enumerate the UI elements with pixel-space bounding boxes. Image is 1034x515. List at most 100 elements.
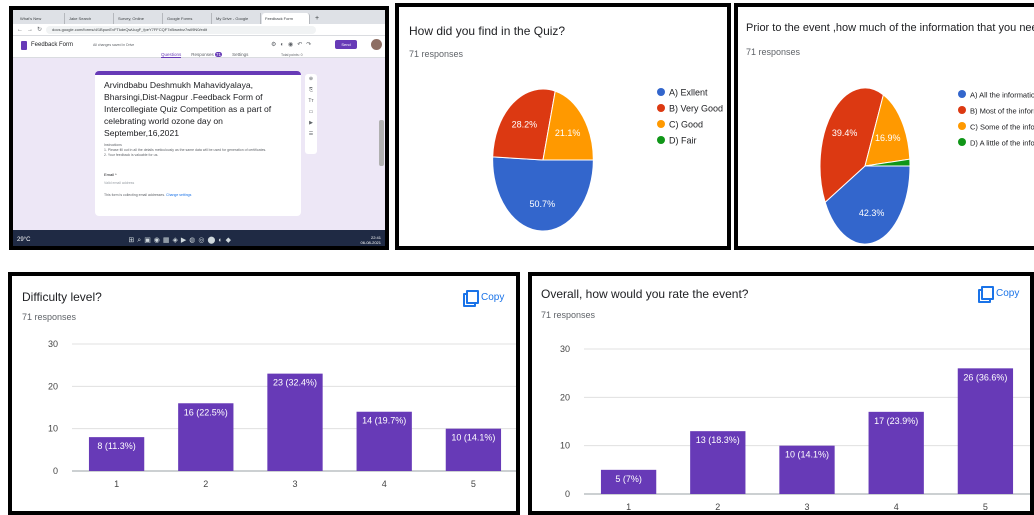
y-tick-label: 20 — [48, 381, 58, 391]
weather-widget[interactable]: 29°C — [17, 237, 30, 243]
form-instructions: Instructions 1. Please fill out in all t… — [104, 143, 292, 158]
x-tick-label: 4 — [894, 502, 899, 511]
browser-tab[interactable]: Survey, Online — [115, 13, 163, 24]
add-video-icon[interactable]: ▶ — [305, 118, 317, 129]
legend-label: A) All the information — [970, 91, 1034, 100]
slice-label: 42.3% — [859, 208, 885, 218]
slice-label: 50.7% — [530, 199, 556, 209]
slice-label: 39.4% — [832, 128, 858, 138]
chart-panel-rating: Overall, how would you rate the event? 7… — [528, 272, 1034, 515]
y-tick-label: 30 — [560, 344, 570, 354]
legend-swatch — [958, 90, 966, 98]
y-tick-label: 0 — [53, 466, 58, 476]
form-title-card[interactable]: Arvindbabu Deshmukh Mahavidyalaya, Bhars… — [95, 71, 301, 216]
email-validation: Valid email address — [104, 181, 135, 185]
scrollbar[interactable] — [379, 120, 384, 166]
form-body: Arvindbabu Deshmukh Mahavidyalaya, Bhars… — [13, 58, 385, 230]
legend-label: C) Some of the information — [970, 123, 1034, 132]
new-tab-icon[interactable]: + — [311, 13, 323, 24]
browser-tab[interactable]: Google Forms — [164, 13, 212, 24]
bar-value-label: 17 (23.9%) — [874, 416, 918, 426]
y-tick-label: 20 — [560, 392, 570, 402]
x-tick-label: 2 — [203, 479, 208, 489]
browser-tab[interactable]: Jake Search — [66, 13, 114, 24]
back-icon[interactable]: ← — [17, 27, 23, 33]
address-bar: ← → ↻ docs.google.com/forms/d/1BpunEvFTk… — [13, 24, 385, 36]
forward-icon[interactable]: → — [27, 27, 33, 33]
form-title[interactable]: Arvindbabu Deshmukh Mahavidyalaya, Bhars… — [104, 79, 292, 139]
legend-label: A) Exllent — [669, 88, 708, 98]
x-tick-label: 4 — [382, 479, 387, 489]
pie-chart: 42.3% A) All the information 39.4% B) Most … — [819, 87, 1034, 245]
x-tick-label: 3 — [292, 479, 297, 489]
legend-swatch — [657, 136, 665, 144]
avatar[interactable] — [371, 39, 382, 50]
legend-label: D) Fair — [669, 136, 697, 146]
header-tool-icons[interactable]: ⚙◐◉↶↷ — [271, 41, 315, 48]
bar-value-label: 10 (14.1%) — [785, 450, 829, 460]
form-editor-screenshot: What's New Jake Search Survey, Online Go… — [9, 6, 389, 250]
form-name[interactable]: Feedback Form — [31, 42, 73, 48]
bar — [267, 373, 323, 471]
form-header: Feedback Form All changes saved in Drive… — [13, 36, 385, 58]
windows-taskbar: 29°C ⊞⌕▣◉▦◈▶◍◎⬤◐◆ 22:41 06-08-2021 — [13, 230, 385, 246]
bar-value-label: 23 (32.4%) — [273, 378, 317, 388]
legend-label: D) A little of the information — [970, 139, 1034, 148]
x-tick-label: 5 — [471, 479, 476, 489]
import-questions-icon[interactable]: ⎘ — [305, 85, 317, 96]
pie-slice — [492, 156, 594, 232]
bar-value-label: 13 (18.3%) — [696, 435, 740, 445]
taskbar-clock[interactable]: 22:41 06-08-2021 — [361, 235, 381, 245]
slice-label: 16.9% — [875, 133, 901, 143]
bar-chart: 0 10 20 30 8 (11.3%) 1 16 (22.5%) 2 23 (32.4%) 3 1… — [48, 339, 516, 489]
slice-label: 28.2% — [512, 120, 538, 130]
bar-value-label: 14 (19.7%) — [362, 416, 406, 426]
total-points: Total points: 0 — [281, 53, 303, 57]
instruction-line: 2. Your feedback is valuable for us. — [104, 153, 159, 157]
bar-value-label: 10 (14.1%) — [451, 433, 495, 443]
reload-icon[interactable]: ↻ — [37, 26, 42, 33]
legend-label: C) Good — [669, 120, 703, 130]
chart-panel-difficulty: Difficulty level? 71 responses Copy 0 10 2… — [8, 272, 520, 515]
y-tick-label: 10 — [48, 424, 58, 434]
floating-toolbar: ⊕ ⎘ Tт ▭ ▶ ☰ — [305, 74, 317, 154]
chart-panel-information: Prior to the event ,how much of the info… — [734, 3, 1034, 250]
send-button[interactable]: Send — [335, 40, 357, 49]
bar-value-label: 5 (7%) — [615, 474, 642, 484]
y-tick-label: 30 — [48, 339, 58, 349]
responses-badge: 71 — [215, 52, 223, 57]
legend-label: B) Very Good — [669, 104, 723, 114]
url-field[interactable]: docs.google.com/forms/d/1BpunEvFTkdeQwUu… — [46, 25, 317, 34]
browser-tab-active[interactable]: Feedback Form — [262, 13, 310, 24]
x-tick-label: 5 — [983, 502, 988, 511]
y-tick-label: 0 — [565, 489, 570, 499]
add-question-icon[interactable]: ⊕ — [305, 74, 317, 85]
legend-swatch — [657, 104, 665, 112]
forms-logo-icon — [21, 41, 27, 50]
collect-email-note: This form is collecting email addresses.… — [104, 193, 192, 197]
bar-value-label: 16 (22.5%) — [184, 407, 228, 417]
change-settings-link[interactable]: Change settings — [166, 193, 191, 197]
browser-tab[interactable]: What's New — [17, 13, 65, 24]
legend-swatch — [657, 120, 665, 128]
saved-note: All changes saved in Drive — [93, 43, 135, 47]
add-image-icon[interactable]: ▭ — [305, 107, 317, 118]
bar — [957, 368, 1014, 494]
pie-chart: 50.7% A) Exllent 28.2% B) Very Good 21.1% C) … — [492, 88, 723, 232]
chart-panel-quiz: How did you find in the Quiz? 71 respons… — [395, 3, 731, 250]
taskbar-app-icons[interactable]: ⊞⌕▣◉▦◈▶◍◎⬤◐◆ — [128, 236, 234, 245]
bar-chart: 0 10 20 30 5 (7%) 1 13 (18.3%) 2 10 (14.1%) 3 17 (… — [560, 344, 1030, 511]
browser-tab-bar: What's New Jake Search Survey, Online Go… — [13, 10, 385, 24]
legend-swatch — [657, 88, 665, 96]
add-section-icon[interactable]: ☰ — [305, 129, 317, 140]
x-tick-label: 3 — [804, 502, 809, 511]
add-title-icon[interactable]: Tт — [305, 96, 317, 107]
x-tick-label: 1 — [626, 502, 631, 511]
x-tick-label: 2 — [715, 502, 720, 511]
browser-tab[interactable]: My Drive - Google — [213, 13, 261, 24]
x-tick-label: 1 — [114, 479, 119, 489]
email-label: Email * — [104, 172, 117, 177]
bar-value-label: 26 (36.6%) — [963, 372, 1007, 382]
legend-swatch — [958, 106, 966, 114]
legend-swatch — [958, 138, 966, 146]
